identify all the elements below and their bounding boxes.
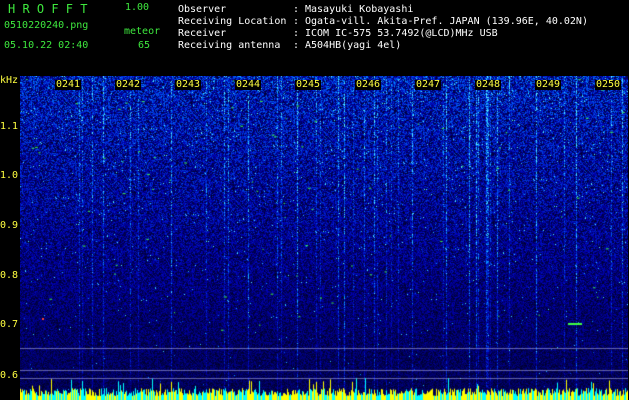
time-tick-label: 0241 (55, 79, 82, 90)
y-tick-label: 0.8 (0, 270, 19, 281)
time-tick-label: 0245 (295, 79, 322, 90)
receiver-value: ICOM IC-575 53.7492(@LCD)MHz USB (305, 28, 498, 39)
receiver-key: Receiver (178, 28, 227, 39)
capture-datetime: 05.10.22 02:40 (4, 40, 89, 51)
time-tick-label: 0244 (235, 79, 262, 90)
y-tick-label: 0.6 (0, 370, 19, 381)
location-value: Ogata-vill. Akita-Pref. JAPAN (139.96E, … (305, 16, 588, 27)
time-tick-label: 0243 (175, 79, 202, 90)
y-tick-label: 0.7 (0, 319, 19, 330)
image-filename: 0510220240.png (4, 20, 89, 31)
meteor-count: 65 (138, 40, 151, 51)
observer-value: Masayuki Kobayashi (305, 4, 414, 15)
time-tick-label: 0242 (115, 79, 142, 90)
time-tick-label: 0248 (475, 79, 502, 90)
receiver-sep: : (293, 28, 300, 39)
app-version: 1.00 (125, 2, 150, 13)
antenna-value: A504HB(yagi 4el) (305, 40, 402, 51)
observer-key: Observer (178, 4, 227, 15)
y-tick-label: 1.1 (0, 121, 19, 132)
y-tick-label: 0.9 (0, 220, 19, 231)
spectrogram (20, 76, 628, 400)
antenna-key: Receiving antenna (178, 40, 281, 51)
meteor-label: meteor (124, 26, 161, 37)
time-tick-label: 0247 (415, 79, 442, 90)
header-panel: H R O F F T 1.00 0510220240.png meteor 0… (0, 0, 629, 76)
location-key: Receiving Location (178, 16, 287, 27)
location-sep: : (293, 16, 300, 27)
time-tick-label: 0246 (355, 79, 382, 90)
app-title: H R O F F T (8, 2, 88, 16)
observer-sep: : (293, 4, 300, 15)
y-unit-label: kHz (0, 75, 19, 86)
antenna-sep: : (293, 40, 300, 51)
y-tick-label: 1.0 (0, 170, 19, 181)
time-tick-label: 0249 (535, 79, 562, 90)
time-tick-label: 0250 (595, 79, 622, 90)
